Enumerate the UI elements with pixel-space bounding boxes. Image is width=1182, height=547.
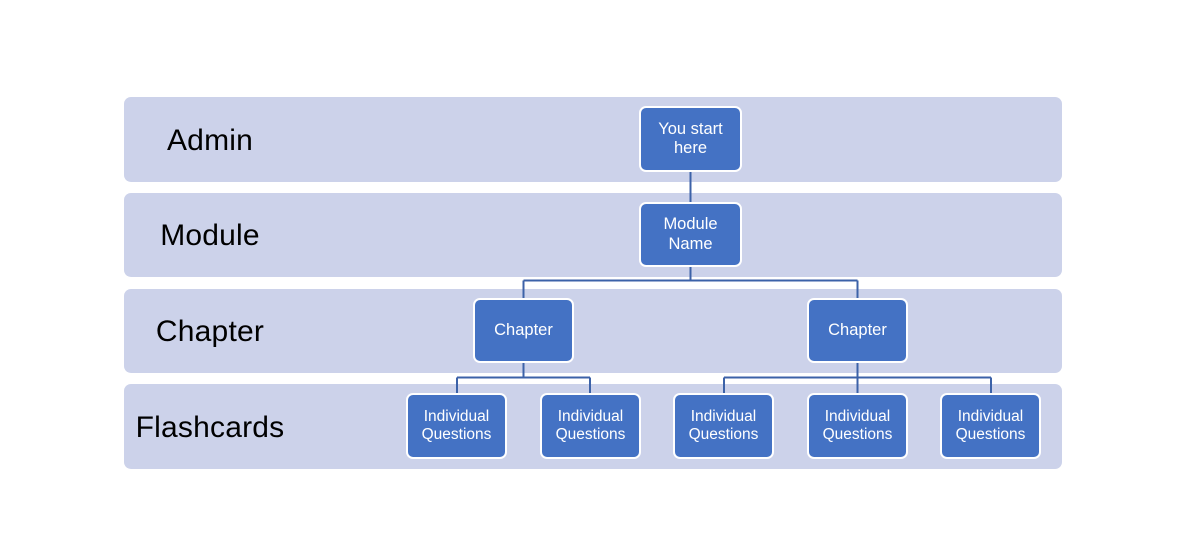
leaf-1-line2: Questions: [421, 426, 492, 443]
leaf-2-line2: Questions: [555, 426, 626, 443]
node-individual-questions-1-label: Individual Questions: [419, 408, 495, 445]
node-chapter-left[interactable]: Chapter: [473, 298, 574, 363]
leaf-3-line2: Questions: [688, 426, 759, 443]
node-individual-questions-3[interactable]: Individual Questions: [673, 393, 774, 459]
leaf-5-line1: Individual: [957, 407, 1024, 425]
leaf-2-line1: Individual: [557, 407, 624, 425]
node-individual-questions-5-label: Individual Questions: [953, 408, 1029, 445]
node-individual-questions-4-label: Individual Questions: [820, 408, 896, 445]
leaf-3-line1: Individual: [690, 407, 757, 425]
node-module-name-label: Module Name: [660, 215, 720, 254]
diagram-canvas: Admin Module Chapter Flashcards You star…: [0, 0, 1182, 547]
node-start-line1: You start: [658, 119, 723, 138]
node-module-line1: Module: [663, 215, 718, 234]
node-module-line2: Name: [668, 234, 713, 253]
node-individual-questions-2[interactable]: Individual Questions: [540, 393, 641, 459]
leaf-1-line1: Individual: [423, 407, 490, 425]
node-chapter-right[interactable]: Chapter: [807, 298, 908, 363]
node-you-start-here[interactable]: You start here: [639, 106, 742, 172]
node-chapter-left-label: Chapter: [494, 320, 553, 339]
leaf-5-line2: Questions: [955, 426, 1026, 443]
node-module-name[interactable]: Module Name: [639, 202, 742, 267]
node-individual-questions-3-label: Individual Questions: [686, 408, 762, 445]
node-individual-questions-1[interactable]: Individual Questions: [406, 393, 507, 459]
leaf-4-line1: Individual: [824, 407, 891, 425]
node-individual-questions-2-label: Individual Questions: [553, 408, 629, 445]
connector-lines: [455, 172, 993, 394]
leaf-4-line2: Questions: [822, 426, 893, 443]
node-individual-questions-5[interactable]: Individual Questions: [940, 393, 1041, 459]
node-chapter-right-label: Chapter: [828, 320, 887, 339]
node-start-line2: here: [673, 139, 708, 157]
node-you-start-here-label: You start here: [655, 120, 726, 159]
node-individual-questions-4[interactable]: Individual Questions: [807, 393, 908, 459]
